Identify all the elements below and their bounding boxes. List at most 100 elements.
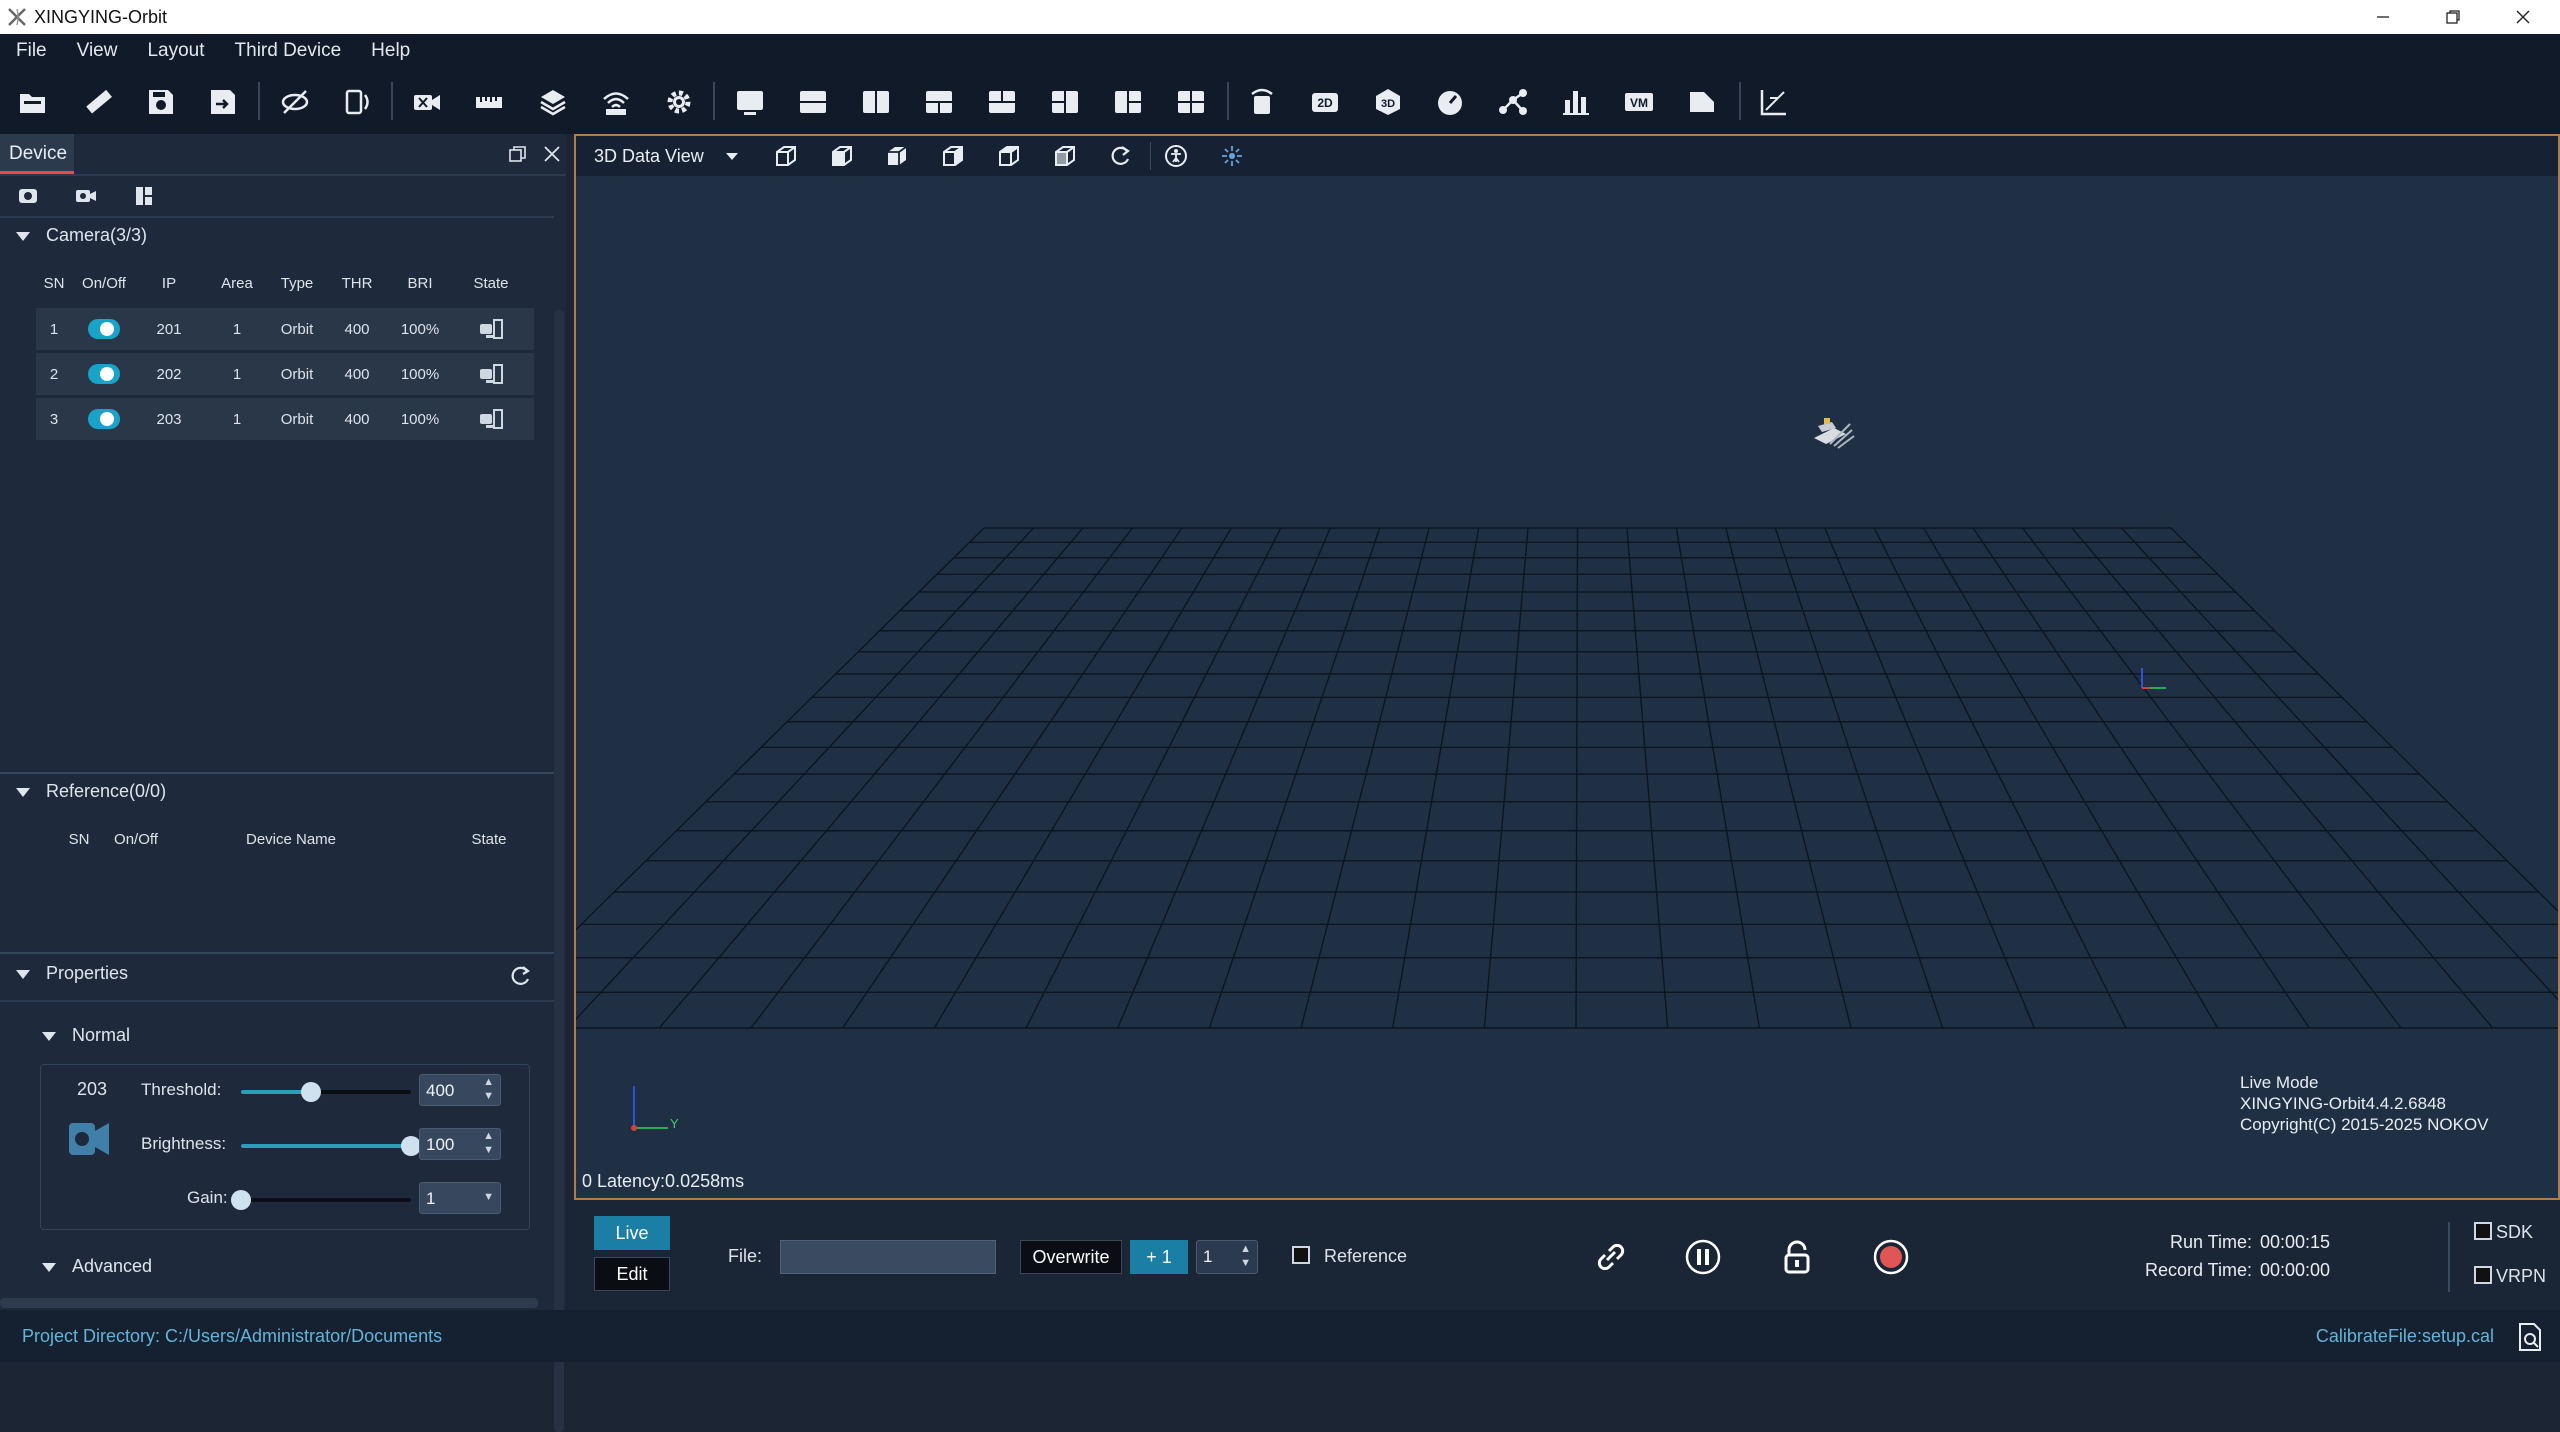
- video-icon[interactable]: [407, 82, 447, 122]
- ruler-icon[interactable]: [78, 82, 118, 122]
- cube-right-view-icon[interactable]: [937, 140, 969, 172]
- edit-button[interactable]: Edit: [594, 1257, 670, 1291]
- camera-row[interactable]: 1 201 1 Orbit 400 100%: [36, 308, 534, 350]
- advanced-section-header[interactable]: Advanced: [42, 1256, 152, 1277]
- minimize-button[interactable]: [2348, 0, 2418, 34]
- menu-view[interactable]: View: [77, 40, 118, 62]
- calibrate-file-label[interactable]: CalibrateFile:setup.cal: [2316, 1326, 2494, 1347]
- spin-down-icon[interactable]: ▼: [483, 1144, 494, 1156]
- speedometer-icon[interactable]: [1430, 82, 1470, 122]
- tab-device[interactable]: Device: [0, 134, 74, 174]
- view-selector-label[interactable]: 3D Data View: [594, 146, 704, 167]
- layout-three-icon[interactable]: [919, 82, 959, 122]
- float-panel-button[interactable]: [504, 140, 532, 168]
- save-as-icon[interactable]: [203, 82, 243, 122]
- reference-section-header[interactable]: Reference(0/0): [16, 781, 166, 802]
- menu-layout[interactable]: Layout: [147, 40, 204, 62]
- calibrate-file-icon[interactable]: [2516, 1322, 2546, 1352]
- 3d-icon[interactable]: 3D: [1368, 82, 1408, 122]
- 3d-viewport[interactable]: 3D Data View Y Live Mode XINGYING-Orbit4…: [574, 134, 2560, 1200]
- open-folder-icon[interactable]: [13, 82, 53, 122]
- threshold-spinbox[interactable]: 400 ▲ ▼: [419, 1074, 501, 1106]
- project-directory-label[interactable]: Project Directory: C:/Users/Administrato…: [22, 1326, 442, 1347]
- device-icon[interactable]: [338, 82, 378, 122]
- onoff-toggle[interactable]: [72, 398, 136, 440]
- increment-button[interactable]: + 1: [1130, 1240, 1188, 1274]
- layout-four-icon[interactable]: [1171, 82, 1211, 122]
- cube-left-view-icon[interactable]: [993, 140, 1025, 172]
- file-input[interactable]: [780, 1240, 996, 1274]
- spin-down-icon[interactable]: ▼: [1240, 1257, 1251, 1269]
- document-icon[interactable]: [1682, 82, 1722, 122]
- cube-front-view-icon[interactable]: [770, 140, 802, 172]
- pause-button[interactable]: [1684, 1238, 1722, 1276]
- close-panel-button[interactable]: [538, 140, 566, 168]
- bar-chart-icon[interactable]: [1556, 82, 1596, 122]
- camera-view-icon[interactable]: [70, 180, 102, 212]
- wifi-icon[interactable]: [596, 82, 636, 122]
- take-count-spinbox[interactable]: 1 ▲ ▼: [1196, 1240, 1258, 1274]
- restore-button[interactable]: [2418, 0, 2488, 34]
- menu-file[interactable]: File: [16, 40, 47, 62]
- record-button[interactable]: [1872, 1238, 1910, 1276]
- threshold-slider[interactable]: [241, 1082, 411, 1102]
- skeleton-icon[interactable]: [1493, 82, 1533, 122]
- hide-icon[interactable]: [275, 82, 315, 122]
- live-button[interactable]: Live: [594, 1216, 670, 1250]
- sdk-checkbox[interactable]: [2474, 1222, 2492, 1240]
- layout-top-icon[interactable]: [982, 82, 1022, 122]
- 2d-icon[interactable]: 2D: [1305, 82, 1345, 122]
- save-icon[interactable]: [141, 82, 181, 122]
- layout-right-icon[interactable]: [1108, 82, 1148, 122]
- horizontal-scrollbar[interactable]: [0, 1298, 538, 1308]
- vertical-scrollbar[interactable]: [554, 310, 564, 1432]
- gain-slider[interactable]: [231, 1190, 411, 1210]
- brightness-slider[interactable]: [241, 1136, 421, 1156]
- camera-state-icon[interactable]: [448, 353, 534, 395]
- measure-icon[interactable]: [469, 82, 509, 122]
- spin-up-icon[interactable]: ▲: [483, 1076, 494, 1088]
- overwrite-button[interactable]: Overwrite: [1020, 1240, 1122, 1274]
- view-dropdown-chevron-icon[interactable]: [716, 140, 748, 172]
- spin-up-icon[interactable]: ▲: [483, 1130, 494, 1142]
- reset-view-icon[interactable]: [1104, 140, 1136, 172]
- spin-up-icon[interactable]: ▲: [1240, 1243, 1251, 1255]
- cube-side-view-icon[interactable]: [826, 140, 858, 172]
- brightness-spinbox[interactable]: 100 ▲ ▼: [419, 1128, 501, 1160]
- camera-row[interactable]: 3 203 1 Orbit 400 100%: [36, 398, 534, 440]
- chevron-down-icon[interactable]: ▼: [483, 1191, 494, 1203]
- normal-section-header[interactable]: Normal: [42, 1025, 130, 1046]
- close-window-button[interactable]: [2488, 0, 2558, 34]
- rotate-screen-icon[interactable]: [1242, 82, 1282, 122]
- layout-left-icon[interactable]: [1045, 82, 1085, 122]
- slider-knob[interactable]: [231, 1190, 251, 1210]
- camera-state-icon[interactable]: [448, 308, 534, 350]
- cube-back-view-icon[interactable]: [1049, 140, 1081, 172]
- gain-select[interactable]: 1 ▼: [419, 1182, 501, 1214]
- layout-split-v-icon[interactable]: [856, 82, 896, 122]
- vrpn-checkbox[interactable]: [2474, 1266, 2492, 1284]
- camera-row[interactable]: 2 202 1 Orbit 400 100%: [36, 353, 534, 395]
- accessibility-icon[interactable]: [1160, 140, 1192, 172]
- refresh-properties-button[interactable]: [506, 962, 534, 990]
- camera-state-icon[interactable]: [448, 398, 534, 440]
- slider-knob[interactable]: [401, 1136, 421, 1156]
- cube-top-view-icon[interactable]: [881, 140, 913, 172]
- marker-display-icon[interactable]: [1216, 140, 1248, 172]
- device-list-icon[interactable]: [12, 180, 44, 212]
- menu-third-device[interactable]: Third Device: [235, 40, 342, 62]
- properties-section-header[interactable]: Properties: [16, 963, 128, 984]
- reference-checkbox[interactable]: [1292, 1246, 1310, 1264]
- grid-view-icon[interactable]: [128, 180, 160, 212]
- layers-icon[interactable]: [533, 82, 573, 122]
- slider-knob[interactable]: [300, 1082, 321, 1102]
- layout-split-h-icon[interactable]: [793, 82, 833, 122]
- camera-section-header[interactable]: Camera(3/3): [16, 225, 147, 246]
- spin-down-icon[interactable]: ▼: [483, 1090, 494, 1102]
- axis-icon[interactable]: [1754, 82, 1794, 122]
- settings-icon[interactable]: [659, 82, 699, 122]
- unlock-button[interactable]: [1778, 1238, 1816, 1276]
- vm-icon[interactable]: VM: [1619, 82, 1659, 122]
- menu-help[interactable]: Help: [371, 40, 410, 62]
- onoff-toggle[interactable]: [72, 308, 136, 350]
